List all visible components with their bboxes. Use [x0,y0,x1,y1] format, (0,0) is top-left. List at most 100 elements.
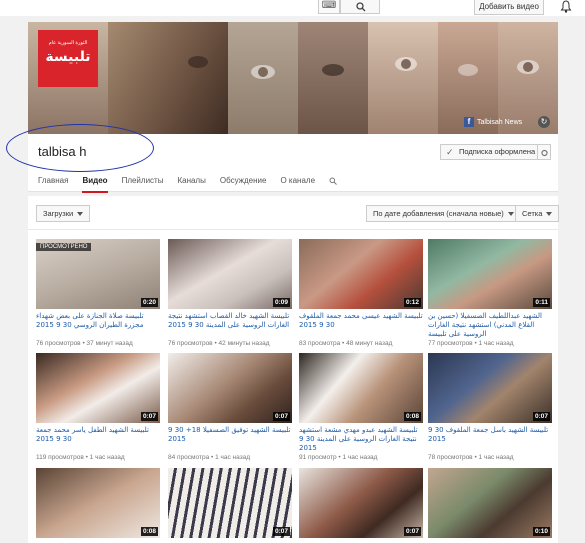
upload-time: 42 минуты назад [218,340,270,347]
video-card[interactable]: 0:07 [168,468,292,538]
facebook-label: Talbisah News [477,118,523,126]
top-bar: ⌨ Добавить видео [0,0,585,16]
tab-playlists[interactable]: Плейлисты [122,176,164,193]
tab-videos[interactable]: Видео [82,176,108,193]
watched-badge: ПРОСМОТРЕНО [36,243,92,251]
view-count: 91 просмотр [299,454,337,461]
video-meta: 83 просмотра • 48 минут назад [299,340,393,347]
view-count: 83 просмотра [299,340,341,347]
channel-search-icon[interactable] [329,177,337,185]
video-duration: 0:12 [403,298,421,307]
add-video-button[interactable]: Добавить видео [474,0,544,15]
video-duration: 0:20 [140,298,158,307]
video-thumbnail[interactable]: 0:07 [428,353,552,423]
subscribe-button[interactable]: ✓ Подписка оформлена [440,144,538,160]
gear-icon [541,149,548,157]
tab-discussion[interactable]: Обсуждение [220,176,267,193]
subscription-settings-button[interactable] [538,144,551,160]
video-title[interactable]: تلبيسة الشهيد عيسى محمد جمعة الملقوف 30 … [299,312,423,339]
tab-about[interactable]: О канале [280,176,315,193]
video-card[interactable]: 0:10 [428,468,552,538]
video-card[interactable]: 0:08 تلبيسة الشهيد عبدو مهدي مشعة استشهد… [299,353,423,462]
video-card[interactable]: 0:08 [36,468,160,538]
video-duration: 0:11 [533,298,550,307]
filter-bar: Загрузки По дате добавления (сначала нов… [28,196,560,230]
facebook-icon: f [464,117,474,127]
view-count: 84 просмотра [168,454,210,461]
upload-time: 1 час назад [215,454,251,461]
video-card[interactable]: 0:11 الشهيد عبداللطيف الصسفيلا (حسين بن … [428,239,552,348]
video-meta: 77 просмотров • 1 час назад [428,340,514,347]
upload-time: 37 минут назад [86,340,133,347]
tab-channels[interactable]: Каналы [177,176,205,193]
chevron-down-icon [507,212,514,217]
video-title[interactable]: تلبيسة الشهيد الطفل ياسر محمد جمعة 30 9 … [36,426,160,453]
tab-home[interactable]: Главная [38,176,68,193]
video-thumbnail[interactable]: 0:07 [36,353,160,423]
uploads-label: Загрузки [43,209,74,218]
upload-time: 1 час назад [89,454,125,461]
video-title[interactable]: تلبيسة الشهيد خالد القصاب استشهد نتيجة ا… [168,312,292,339]
keyboard-icon[interactable]: ⌨ [318,0,340,14]
video-meta: 78 просмотров • 1 час назад [428,454,514,461]
video-meta: 76 просмотров • 42 минуты назад [168,340,270,347]
sort-label: По дате добавления (сначала новые) [373,209,504,218]
video-thumbnail[interactable]: 0:07 [168,468,292,538]
grid-label: Сетка [522,209,543,218]
view-count: 76 просмотров [168,340,213,347]
video-thumbnail[interactable]: 0:07 [168,353,292,423]
video-title[interactable]: تلبيسة الشهيد عبدو مهدي مشعة استشهد نتيج… [299,426,423,453]
video-duration: 0:08 [140,527,158,536]
video-title[interactable]: تلبيسة الشهيد توفيق الصسفيلا 18+ 30 9 20… [168,426,292,453]
view-count: 77 просмотров [428,340,473,347]
video-meta: 119 просмотров • 1 час назад [36,454,125,461]
chevron-down-icon [546,212,553,217]
upload-time: 1 час назад [478,454,514,461]
video-card[interactable]: 0:07 تلبيسة الشهيد الطفل ياسر محمد جمعة … [36,353,160,462]
video-thumbnail[interactable]: 0:08 [36,468,160,538]
video-card[interactable]: 0:12 تلبيسة الشهيد عيسى محمد جمعة الملقو… [299,239,423,348]
checkmark-icon: ✓ [446,147,454,157]
chevron-down-icon [77,212,84,217]
video-duration: 0:08 [403,412,421,421]
video-thumbnail[interactable]: 0:10 [428,468,552,538]
video-duration: 0:10 [532,527,550,536]
view-count: 78 просмотров [428,454,473,461]
video-meta: 76 просмотров • 37 минут назад [36,340,133,347]
video-meta: 91 просмотр • 1 час назад [299,454,378,461]
video-card[interactable]: ПРОСМОТРЕНО 0:20 تلبيسة صلاة الجنازة على… [36,239,160,348]
video-title[interactable]: الشهيد عبداللطيف الصسفيلا (حسين بن القلا… [428,312,552,339]
video-thumbnail[interactable]: 0:09 [168,239,292,309]
video-thumbnail[interactable]: ПРОСМОТРЕНО 0:20 [36,239,160,309]
video-thumbnail[interactable]: 0:07 [299,468,423,538]
bell-icon[interactable] [560,0,572,13]
facebook-link[interactable]: f Talbisah News [464,116,522,128]
video-thumbnail[interactable]: 0:08 [299,353,423,423]
video-card[interactable]: 0:07 تلبيسة الشهيد توفيق الصسفيلا 18+ 30… [168,353,292,462]
search-button[interactable] [340,0,380,14]
annotation-circle [6,124,154,172]
subscribe-label: Подписка оформлена [459,147,536,156]
video-thumbnail[interactable]: 0:12 [299,239,423,309]
uploads-dropdown[interactable]: Загрузки [36,205,91,222]
video-duration: 0:07 [272,527,290,536]
upload-time: 48 минут назад [346,340,393,347]
video-card[interactable]: 0:09 تلبيسة الشهيد خالد القصاب استشهد نت… [168,239,292,348]
video-duration: 0:09 [272,298,290,307]
refresh-icon[interactable]: ↻ [538,116,550,128]
video-duration: 0:07 [272,412,290,421]
video-duration: 0:07 [532,412,550,421]
view-mode-dropdown[interactable]: Сетка [515,205,560,222]
video-duration: 0:07 [403,527,421,536]
channel-tabs: Главная Видео Плейлисты Каналы Обсуждени… [38,176,337,193]
video-card[interactable]: 0:07 [299,468,423,538]
video-thumbnail[interactable]: 0:11 [428,239,552,309]
video-duration: 0:07 [140,412,158,421]
channel-logo: الثورة السورية عام تلبيسة [38,30,98,87]
upload-time: 1 час назад [342,454,378,461]
video-title[interactable]: تلبيسة صلاة الجنازة على بعض شهداء مجزرة … [36,312,160,339]
video-title[interactable]: تلبيسة الشهيد باسل جمعة الملقوف 30 9 201… [428,426,552,453]
channel-banner: الثورة السورية عام تلبيسة f Talbisah New… [28,22,558,134]
video-card[interactable]: 0:07 تلبيسة الشهيد باسل جمعة الملقوف 30 … [428,353,552,462]
sort-dropdown[interactable]: По дате добавления (сначала новые) [366,205,521,222]
